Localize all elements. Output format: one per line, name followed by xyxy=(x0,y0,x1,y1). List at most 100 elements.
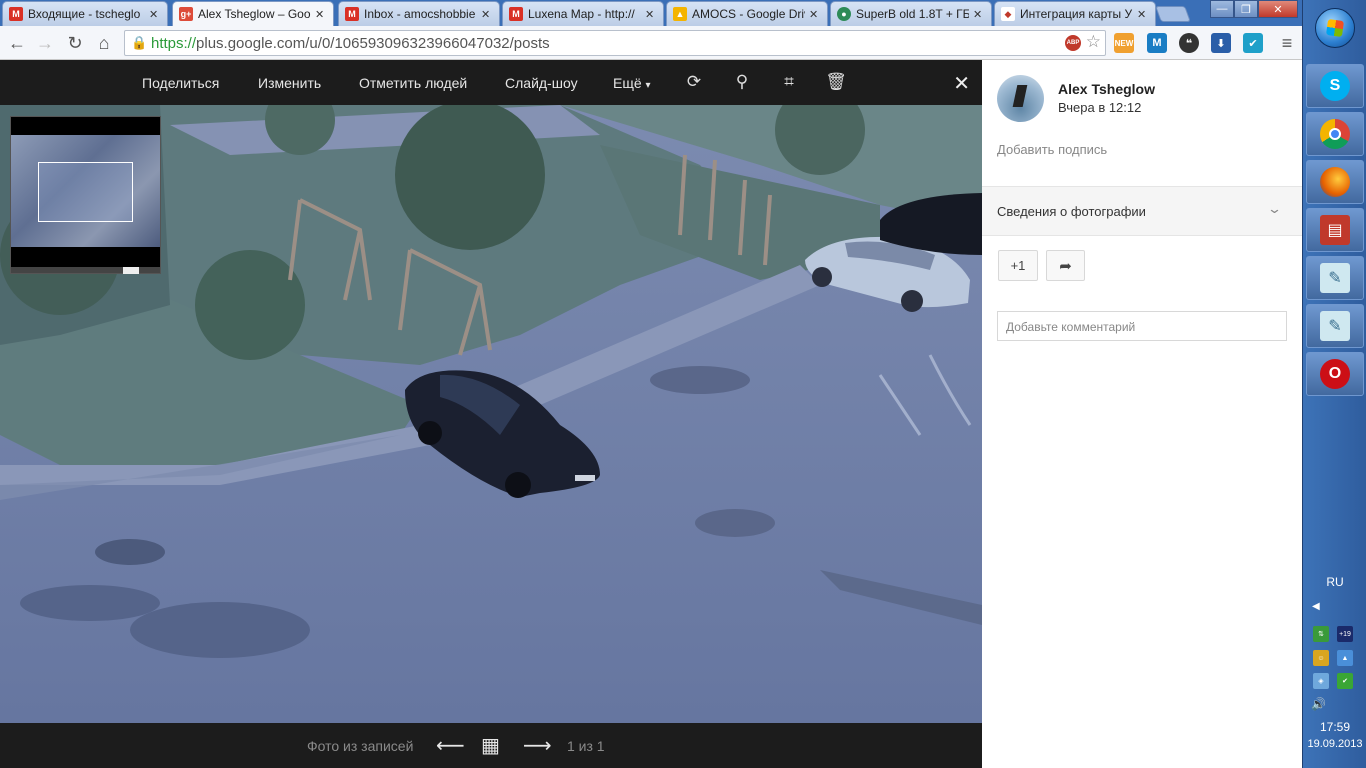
chevron-down-icon: ⌄ xyxy=(1266,201,1283,216)
more-button[interactable]: Ещё ▾ xyxy=(613,75,651,91)
tab-inbox-amocshobbie[interactable]: M Inbox - amocshobbie ✕ xyxy=(338,1,500,26)
rotate-icon[interactable]: ⟳ xyxy=(683,71,705,93)
tray-network-icon[interactable]: ⇅ xyxy=(1313,626,1329,642)
mail-check-extension-icon[interactable]: ✔ xyxy=(1243,33,1263,53)
tray-check-icon[interactable]: ✔ xyxy=(1337,673,1353,689)
language-indicator[interactable]: RU xyxy=(1303,575,1366,589)
post-side-panel: Alex Tsheglow Вчера в 12:12 Добавить под… xyxy=(982,60,1302,768)
edit-button[interactable]: Изменить xyxy=(258,75,321,91)
superb-icon: ● xyxy=(837,7,851,21)
tray-dropbox-icon[interactable]: ◈ xyxy=(1313,673,1329,689)
tag-people-button[interactable]: Отметить людей xyxy=(359,75,467,91)
taskbar-notepad-1[interactable]: ✎ xyxy=(1306,256,1364,300)
tab-google-plus[interactable]: g+ Alex Tsheglow – Goo ✕ xyxy=(172,1,334,26)
grid-icon[interactable]: ▦ xyxy=(481,733,500,758)
tab-map-integration[interactable]: ◆ Интеграция карты У ✕ xyxy=(994,1,1156,26)
skype-icon: S xyxy=(1320,71,1350,101)
previous-arrow-icon[interactable]: ⟵ xyxy=(436,733,465,758)
tab-close-icon[interactable]: ✕ xyxy=(149,8,161,21)
close-window-button[interactable]: ✕ xyxy=(1258,0,1298,18)
bookmark-star-icon[interactable]: ☆ xyxy=(1086,32,1101,52)
notepad-icon: ✎ xyxy=(1320,263,1350,293)
m-extension-icon[interactable]: M xyxy=(1147,33,1167,53)
clock-time[interactable]: 17:59 xyxy=(1303,720,1366,734)
speaker-icon[interactable]: 🔊 xyxy=(1311,697,1326,711)
tray-expand-icon[interactable]: ◀ xyxy=(1312,601,1320,612)
taskbar-firefox[interactable] xyxy=(1306,160,1364,204)
tray-badge-icon[interactable]: +19 xyxy=(1337,626,1353,642)
google-drive-tray-icon[interactable]: ▲ xyxy=(1337,650,1353,666)
avatar[interactable] xyxy=(997,75,1044,122)
speech-bubble-extension-icon[interactable]: ❝ xyxy=(1179,33,1199,53)
adblock-icon[interactable]: ABP xyxy=(1065,35,1081,51)
photo-counter: 1 из 1 xyxy=(567,738,605,754)
tab-amocs-drive[interactable]: ▲ AMOCS - Google Driv ✕ xyxy=(666,1,828,26)
lock-icon: 🔒 xyxy=(131,35,148,50)
share-arrow-button[interactable]: ➦ xyxy=(1046,250,1085,281)
google-drive-icon: ▲ xyxy=(673,7,687,21)
zoom-icon[interactable]: ⚲ xyxy=(731,71,753,93)
tab-luxena-map[interactable]: M Luxena Map - http:// ✕ xyxy=(502,1,664,26)
more-label: Ещё xyxy=(613,75,642,91)
windows-taskbar: S ▤ ✎ ✎ O RU ◀ ⇅ +19 ☺ ▲ ◈ ✔ 🔊 17:59 19.… xyxy=(1302,0,1366,768)
tab-close-icon[interactable]: ✕ xyxy=(809,8,821,21)
download-extension-icon[interactable]: ⬇ xyxy=(1211,33,1231,53)
clock-date[interactable]: 19.09.2013 xyxy=(1303,738,1366,750)
tab-close-icon[interactable]: ✕ xyxy=(645,8,657,21)
taskbar-opera[interactable]: O xyxy=(1306,352,1364,396)
new-extension-icon[interactable]: NEW xyxy=(1114,33,1134,53)
browser-toolbar: ← → ↻ ⌂ 🔒 https:// plus.google.com/u/0/1… xyxy=(0,26,1302,60)
tab-close-icon[interactable]: ✕ xyxy=(315,8,327,21)
maximize-button[interactable]: ❐ xyxy=(1234,0,1258,18)
post-timestamp[interactable]: Вчера в 12:12 xyxy=(1058,100,1141,115)
floppy-disk-icon: ▤ xyxy=(1320,215,1350,245)
notepad-icon: ✎ xyxy=(1320,311,1350,341)
tab-strip: M Входящие - tscheglo ✕ g+ Alex Tsheglow… xyxy=(0,0,1302,26)
minimap-viewport[interactable] xyxy=(38,162,133,222)
photo-minimap[interactable] xyxy=(10,116,161,274)
plus-one-button[interactable]: +1 xyxy=(998,250,1038,281)
tray-app-icon[interactable]: ☺ xyxy=(1313,650,1329,666)
tab-close-icon[interactable]: ✕ xyxy=(973,8,985,21)
tab-close-icon[interactable]: ✕ xyxy=(1137,8,1149,21)
new-tab-button[interactable] xyxy=(1155,6,1191,22)
home-icon[interactable]: ⌂ xyxy=(93,32,115,54)
author-name[interactable]: Alex Tsheglow xyxy=(1058,81,1155,97)
taskbar-skype[interactable]: S xyxy=(1306,64,1364,108)
menu-icon[interactable]: ≡ xyxy=(1276,32,1298,54)
browser-window: M Входящие - tscheglo ✕ g+ Alex Tsheglow… xyxy=(0,0,1302,768)
photo-details-toggle[interactable]: Сведения о фотографии ⌄ xyxy=(982,186,1302,236)
forward-arrow-icon[interactable]: → xyxy=(34,32,56,54)
tab-superb[interactable]: ● SuperB old 1.8T + ГБ ✕ xyxy=(830,1,992,26)
comment-input[interactable]: Добавьте комментарий xyxy=(997,311,1287,341)
add-caption-link[interactable]: Добавить подпись xyxy=(997,142,1107,157)
next-arrow-icon[interactable]: ⟶ xyxy=(523,733,552,758)
chrome-icon xyxy=(1320,119,1350,149)
map-icon: ◆ xyxy=(1001,7,1015,21)
tab-inbox-tscheglo[interactable]: M Входящие - tscheglo ✕ xyxy=(2,1,168,26)
share-button[interactable]: Поделиться xyxy=(142,75,219,91)
gmail-icon: M xyxy=(345,7,359,21)
minimap-zoom-handle[interactable] xyxy=(123,267,139,274)
url-scheme: https:// xyxy=(151,34,197,52)
photo-details-label: Сведения о фотографии xyxy=(997,204,1146,219)
slideshow-button[interactable]: Слайд-шоу xyxy=(505,75,578,91)
back-arrow-icon[interactable]: ← xyxy=(6,32,28,54)
gmail-icon: M xyxy=(509,7,523,21)
taskbar-chrome[interactable] xyxy=(1306,112,1364,156)
url-path: plus.google.com/u/0/10659309632396604703… xyxy=(196,34,550,52)
trash-icon[interactable]: 🗑 xyxy=(825,71,847,93)
share-arrow-icon: ➦ xyxy=(1059,257,1072,275)
lightbox-toolbar: Поделиться Изменить Отметить людей Слайд… xyxy=(0,60,982,105)
crop-icon[interactable]: ⌗ xyxy=(778,71,800,93)
google-plus-icon: g+ xyxy=(179,7,193,21)
chevron-down-icon: ▾ xyxy=(645,80,651,91)
minimize-button[interactable]: — xyxy=(1210,0,1234,18)
taskbar-save-app[interactable]: ▤ xyxy=(1306,208,1364,252)
close-icon[interactable]: ✕ xyxy=(953,71,970,96)
reload-icon[interactable]: ↻ xyxy=(64,32,86,54)
taskbar-notepad-2[interactable]: ✎ xyxy=(1306,304,1364,348)
start-button[interactable] xyxy=(1315,8,1355,48)
tab-close-icon[interactable]: ✕ xyxy=(481,8,493,21)
address-bar[interactable]: 🔒 https:// plus.google.com/u/0/106593096… xyxy=(124,30,1106,56)
